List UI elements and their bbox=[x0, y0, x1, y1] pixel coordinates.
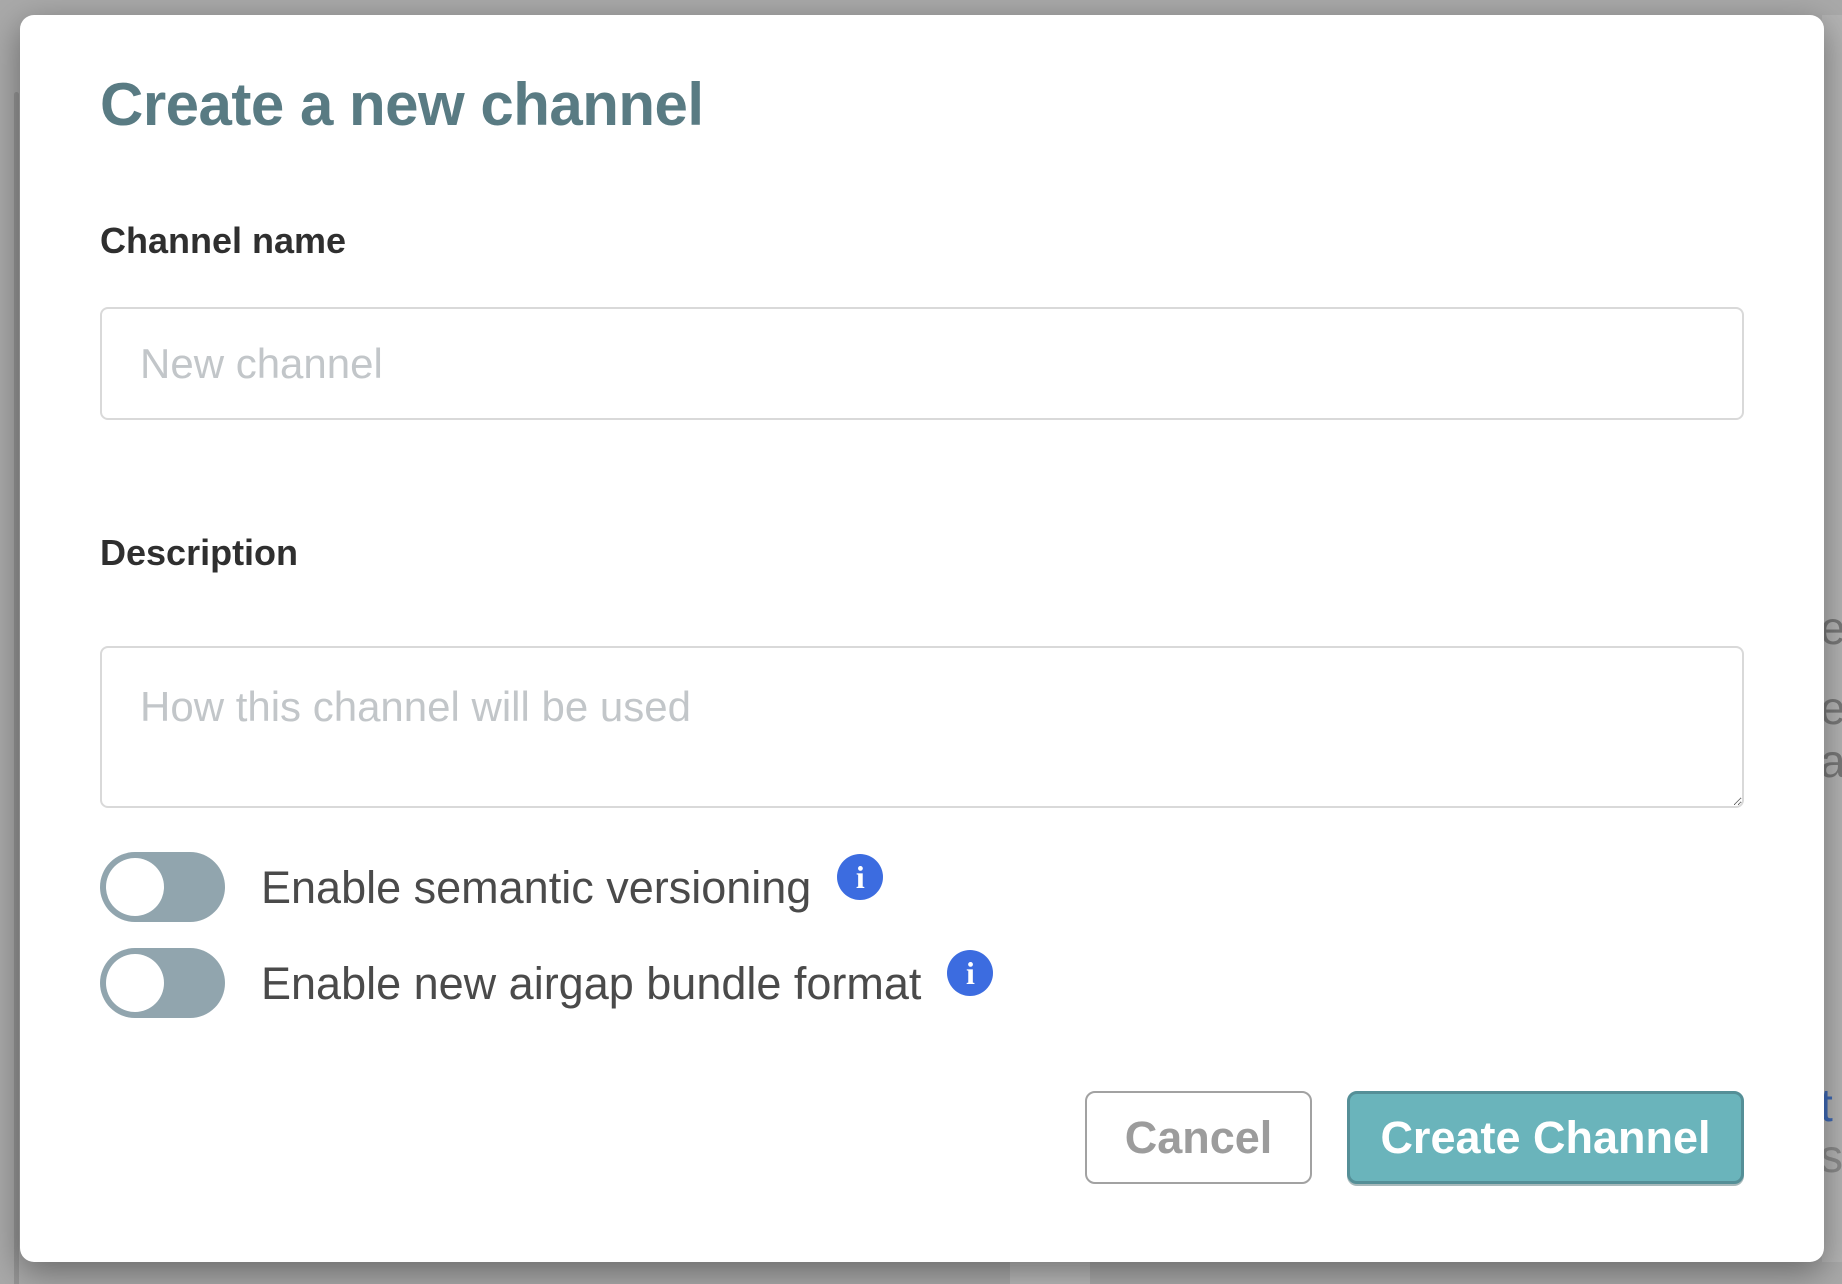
semantic-versioning-label: Enable semantic versioning bbox=[261, 865, 811, 910]
channel-name-input[interactable] bbox=[100, 307, 1744, 420]
modal-title: Create a new channel bbox=[100, 70, 1744, 140]
toggle-knob bbox=[106, 858, 164, 916]
channel-name-label: Channel name bbox=[100, 220, 1744, 262]
toggle-knob bbox=[106, 954, 164, 1012]
airgap-bundle-label: Enable new airgap bundle format bbox=[261, 961, 921, 1006]
info-icon[interactable]: i bbox=[947, 950, 993, 996]
semantic-versioning-row: Enable semantic versioning i bbox=[100, 852, 1744, 922]
description-label: Description bbox=[100, 532, 1744, 574]
airgap-bundle-toggle[interactable] bbox=[100, 948, 225, 1018]
background-card-edge bbox=[14, 92, 19, 1284]
description-textarea[interactable] bbox=[100, 646, 1744, 808]
modal-actions: Cancel Create Channel bbox=[100, 1091, 1744, 1184]
background-block bbox=[1010, 1262, 1090, 1284]
create-channel-modal: Create a new channel Channel name Descri… bbox=[20, 15, 1824, 1262]
screen: e e a t s Create a new channel Channel n… bbox=[0, 0, 1842, 1284]
create-channel-button[interactable]: Create Channel bbox=[1347, 1091, 1744, 1184]
semantic-versioning-toggle[interactable] bbox=[100, 852, 225, 922]
info-icon[interactable]: i bbox=[837, 854, 883, 900]
airgap-bundle-row: Enable new airgap bundle format i bbox=[100, 948, 1744, 1018]
cancel-button[interactable]: Cancel bbox=[1085, 1091, 1312, 1184]
